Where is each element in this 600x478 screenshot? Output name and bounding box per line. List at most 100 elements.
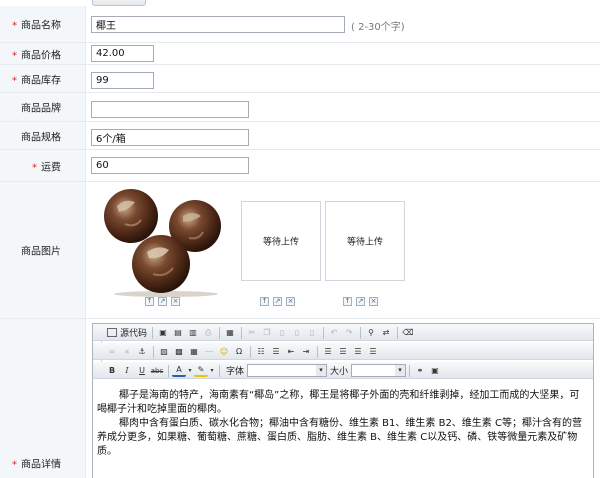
required-mark: * xyxy=(12,75,17,86)
print-icon[interactable]: ⎙ xyxy=(201,326,215,339)
content-paragraph-1: 椰子是海南的特产，海南素有“椰岛”之称，椰王是将椰子外面的壳和纤维剥掉，经加工而… xyxy=(97,390,580,415)
stock-input[interactable] xyxy=(91,72,154,89)
move-up-icon[interactable]: ↑ xyxy=(145,297,154,306)
find-icon[interactable]: ⚲ xyxy=(364,326,378,339)
name-label-cell: * 商品名称 xyxy=(0,6,86,42)
fullscreen-icon[interactable]: ▣ xyxy=(428,364,442,377)
align-center-icon[interactable]: ☰ xyxy=(336,345,350,358)
font-label: 字体 xyxy=(226,367,245,377)
bg-color-dropdown-icon[interactable]: ▾ xyxy=(209,364,215,377)
row-spec: 商品规格 xyxy=(0,122,600,150)
upload-slot-3[interactable]: 等待上传 xyxy=(325,201,405,281)
dropdown-arrow-icon: ▾ xyxy=(316,365,327,376)
toolbar-row-3: B I U abc A ▾ ✎ ▾ 字体 ▾ 大小 ▾ ⚭ ▣ xyxy=(93,362,593,379)
strikethrough-icon[interactable]: abc xyxy=(150,364,164,377)
editor-content[interactable]: 椰子是海南的特产，海南素有“椰岛”之称，椰王是将椰子外面的壳和纤维剥掉，经加工而… xyxy=(93,386,593,462)
row-brand: 商品品牌 xyxy=(0,93,600,122)
outdent-icon[interactable]: ⇤ xyxy=(284,345,298,358)
move-up-icon[interactable]: ↑ xyxy=(260,297,269,306)
image-2-controls: ↑ ↗ × xyxy=(260,297,295,308)
text-color-icon[interactable]: A xyxy=(172,364,186,377)
name-input[interactable] xyxy=(91,16,345,33)
smiley-icon[interactable]: ☺ xyxy=(217,345,231,358)
new-page-icon[interactable]: ▤ xyxy=(171,326,185,339)
paste-text-icon[interactable]: ▯ xyxy=(290,326,304,339)
table-icon[interactable]: ▦ xyxy=(187,345,201,358)
brand-label-cell: 商品品牌 xyxy=(0,93,86,121)
upload-slot-2[interactable]: 等待上传 xyxy=(241,201,321,281)
name-hint: ( 2-30个字) xyxy=(351,22,405,33)
delete-icon[interactable]: × xyxy=(286,297,295,306)
anchor-icon[interactable]: ⚓ xyxy=(135,345,149,358)
size-select[interactable]: ▾ xyxy=(351,364,407,377)
name-label: 商品名称 xyxy=(21,20,61,32)
size-label: 大小 xyxy=(330,367,349,377)
source-label: 源代码 xyxy=(120,329,148,339)
delete-icon[interactable]: × xyxy=(369,297,378,306)
row-shipping: * 运费 xyxy=(0,150,600,182)
required-mark: * xyxy=(12,50,17,61)
unlink-icon[interactable]: ∝ xyxy=(120,345,134,358)
copy-icon[interactable]: ❐ xyxy=(260,326,274,339)
save-icon[interactable]: ▣ xyxy=(156,326,170,339)
italic-icon[interactable]: I xyxy=(120,364,134,377)
move-out-icon[interactable]: ↗ xyxy=(158,297,167,306)
required-mark: * xyxy=(12,459,17,471)
attachment-icon[interactable]: ⚭ xyxy=(413,364,427,377)
bold-icon[interactable]: B xyxy=(105,364,119,377)
undo-icon[interactable]: ↶ xyxy=(327,326,341,339)
cut-icon[interactable]: ✂ xyxy=(245,326,259,339)
link-icon[interactable]: ∞ xyxy=(105,345,119,358)
paste-word-icon[interactable]: ▯ xyxy=(305,326,319,339)
required-mark: * xyxy=(12,20,17,32)
indent-icon[interactable]: ⇥ xyxy=(299,345,313,358)
preview-icon[interactable]: ▥ xyxy=(186,326,200,339)
delete-icon[interactable]: × xyxy=(171,297,180,306)
bg-color-icon[interactable]: ✎ xyxy=(194,364,208,377)
replace-icon[interactable]: ⇄ xyxy=(379,326,393,339)
move-out-icon[interactable]: ↗ xyxy=(356,297,365,306)
move-out-icon[interactable]: ↗ xyxy=(273,297,282,306)
underline-icon[interactable]: U xyxy=(135,364,149,377)
images-label: 商品图片 xyxy=(21,246,61,258)
detail-label-cell: * 商品详情 xyxy=(0,319,86,478)
justify-icon[interactable]: ☰ xyxy=(366,345,380,358)
source-icon xyxy=(107,328,117,337)
horizontal-rule-icon[interactable]: ― xyxy=(202,345,216,358)
image-3-controls: ↑ ↗ × xyxy=(343,297,378,308)
upload-slot-2-text: 等待上传 xyxy=(262,237,299,248)
shipping-input[interactable] xyxy=(91,157,249,174)
spec-label-cell: 商品规格 xyxy=(0,122,86,149)
dropdown-arrow-icon: ▾ xyxy=(395,365,406,376)
brand-label: 商品品牌 xyxy=(21,103,61,115)
toolbar-row-1: 源代码 ▣ ▤ ▥ ⎙ ▦ ✂ ❐ ▯ ▯ ▯ ↶ ↷ ⚲ ⇄ ⌫ xyxy=(93,324,593,341)
price-input[interactable] xyxy=(91,45,154,62)
align-right-icon[interactable]: ☰ xyxy=(351,345,365,358)
remove-format-icon[interactable]: ⌫ xyxy=(401,326,415,339)
rich-text-editor[interactable]: 源代码 ▣ ▤ ▥ ⎙ ▦ ✂ ❐ ▯ ▯ ▯ ↶ ↷ ⚲ ⇄ ⌫ ∞ ∝ ⚓ … xyxy=(92,323,594,478)
image-icon[interactable]: ▨ xyxy=(157,345,171,358)
templates-icon[interactable]: ▦ xyxy=(223,326,237,339)
brand-input[interactable] xyxy=(91,101,249,118)
shipping-label: 运费 xyxy=(41,162,61,173)
align-left-icon[interactable]: ☰ xyxy=(321,345,335,358)
special-char-icon[interactable]: Ω xyxy=(232,345,246,358)
paste-icon[interactable]: ▯ xyxy=(275,326,289,339)
font-select[interactable]: ▾ xyxy=(247,364,328,377)
bulleted-list-icon[interactable]: ☰ xyxy=(269,345,283,358)
row-price: * 商品价格 xyxy=(0,43,600,65)
row-name: * 商品名称 ( 2-30个字) xyxy=(0,6,600,43)
row-stock: * 商品库存 xyxy=(0,65,600,93)
source-button[interactable]: 源代码 xyxy=(105,326,149,339)
detail-label: 商品详情 xyxy=(21,459,61,471)
flash-icon[interactable]: ▩ xyxy=(172,345,186,358)
spec-input[interactable] xyxy=(91,129,249,146)
redo-icon[interactable]: ↷ xyxy=(342,326,356,339)
spec-label: 商品规格 xyxy=(21,132,61,143)
price-label: 商品价格 xyxy=(21,50,61,61)
product-image-coconuts[interactable] xyxy=(97,186,235,297)
text-color-dropdown-icon[interactable]: ▾ xyxy=(187,364,193,377)
shipping-label-cell: * 运费 xyxy=(0,150,86,181)
move-up-icon[interactable]: ↑ xyxy=(343,297,352,306)
numbered-list-icon[interactable]: ☷ xyxy=(254,345,268,358)
